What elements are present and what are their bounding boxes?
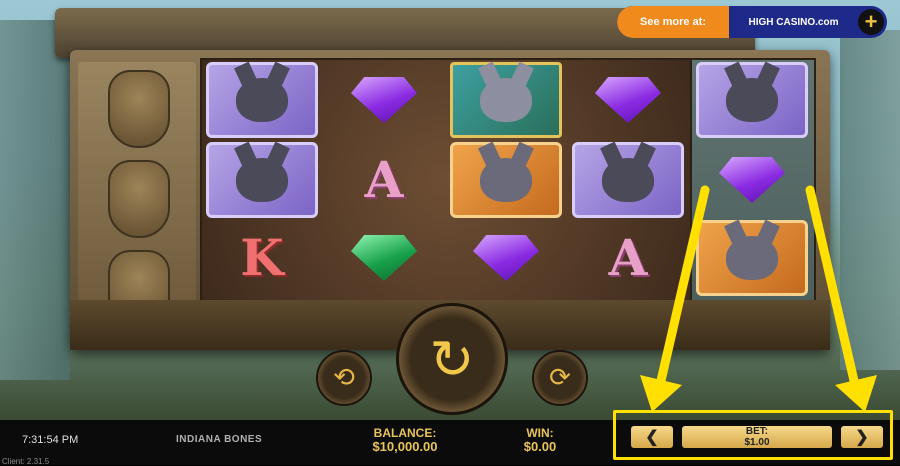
wolf-icon [726, 78, 778, 122]
purple-gem-icon [351, 77, 417, 123]
purple-gem-symbol [572, 62, 684, 138]
green-gem-symbol [328, 220, 440, 296]
dog-statue-icon [108, 70, 170, 148]
reel-area: K A A [200, 58, 694, 302]
bet-label: BET: [745, 426, 769, 437]
highlight-arrows [640, 185, 877, 412]
quick-spin-button[interactable]: ⟳ [532, 350, 588, 406]
bet-display: BET: $1.00 [682, 426, 832, 448]
promo-label: See more at: [617, 6, 729, 38]
letter-k: K [240, 228, 284, 287]
purple-gem-icon [473, 235, 539, 281]
autoplay-button[interactable]: ⟲ [316, 350, 372, 406]
dog-cap-icon [480, 158, 532, 202]
game-scene: K A A ⟲ ↻ ⟳ See more at: HIGH CASINO.com… [0, 0, 900, 420]
spin-icon: ↻ [429, 327, 475, 391]
autoplay-icon: ⟲ [333, 363, 355, 393]
purple-gem-symbol [450, 220, 562, 296]
spin-button[interactable]: ↻ [396, 303, 508, 415]
quick-spin-icon: ⟳ [549, 363, 571, 393]
wild-wolf-symbol [450, 62, 562, 138]
wolf-icon [236, 78, 288, 122]
left-ruins [0, 20, 70, 380]
promo-banner[interactable]: See more at: HIGH CASINO.com + [617, 6, 887, 38]
balance-value: $10,000.00 [372, 439, 438, 454]
wolf-symbol [206, 62, 318, 138]
purple-gem-icon [595, 77, 661, 123]
plus-icon[interactable]: + [858, 9, 884, 35]
promo-brand: HIGH CASINO.com [748, 16, 839, 28]
wolf-hat-icon [480, 78, 532, 122]
wolf-symbol [206, 142, 318, 218]
green-gem-icon [351, 235, 417, 281]
game-title: INDIANA BONES [176, 434, 263, 445]
wolf-symbol [696, 62, 808, 138]
win-value: $0.00 [523, 439, 557, 454]
dog-statue-icon [108, 160, 170, 238]
dog-symbol [450, 142, 562, 218]
clock: 7:31:54 PM [22, 434, 79, 446]
chevron-left-icon: ❮ [645, 429, 659, 446]
bet-decrease-button[interactable]: ❮ [631, 426, 673, 448]
wolf-icon [236, 158, 288, 202]
win-label: WIN: [526, 426, 554, 440]
bet-value: $1.00 [744, 437, 770, 448]
purple-gem-symbol [328, 62, 440, 138]
k-symbol: K [206, 220, 318, 296]
balance-label: BALANCE: [373, 426, 437, 440]
chevron-right-icon: ❯ [855, 429, 869, 446]
letter-a: A [364, 150, 404, 209]
a-symbol: A [328, 142, 440, 218]
dog-statue-pillar [78, 62, 196, 334]
bet-increase-button[interactable]: ❯ [841, 426, 883, 448]
